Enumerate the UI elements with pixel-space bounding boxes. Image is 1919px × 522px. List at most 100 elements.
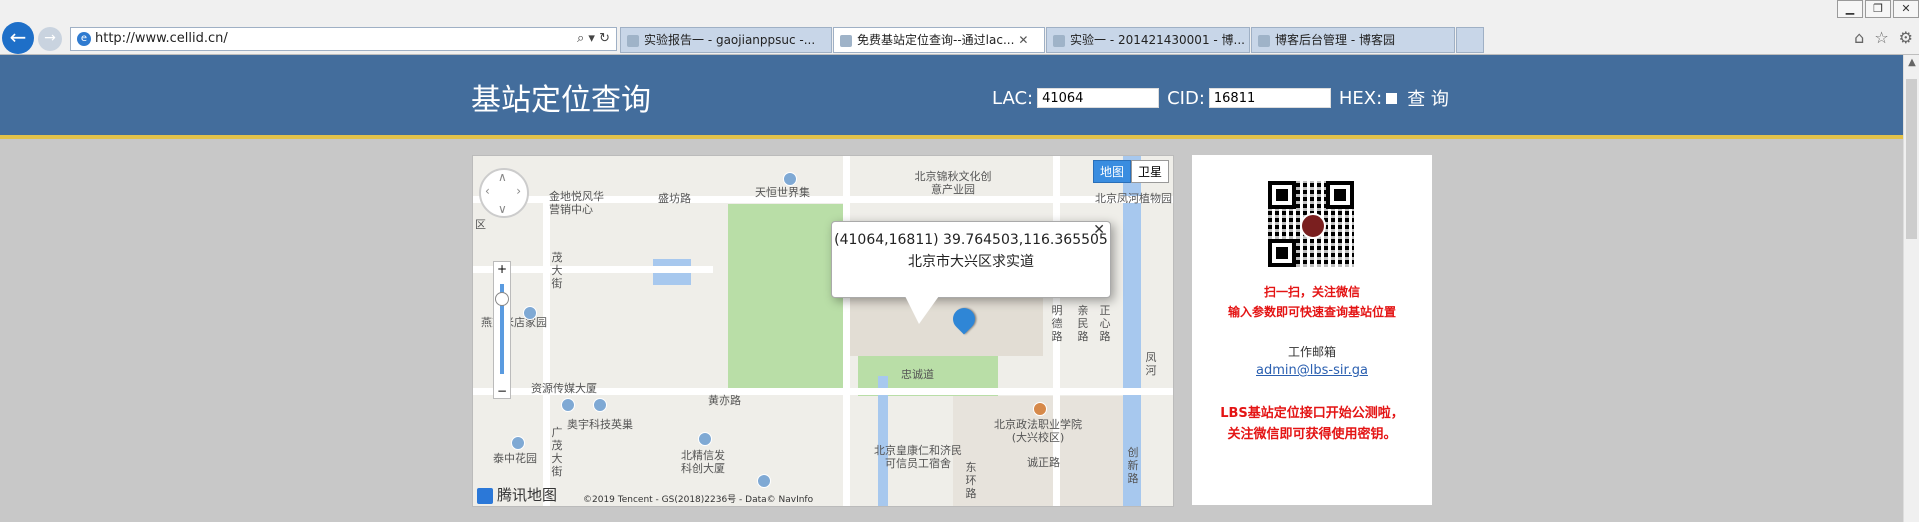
scrollbar-thumb[interactable]: [1906, 79, 1917, 239]
new-tab-button[interactable]: [1456, 27, 1484, 53]
tab-label: 免费基站定位查询--通过lac...: [857, 33, 1015, 47]
map-label: 区: [475, 218, 486, 231]
tab-label: 博客后台管理 - 博客园: [1275, 33, 1395, 47]
poi-icon: [523, 306, 537, 320]
back-button[interactable]: ←: [2, 22, 34, 54]
page-title: 基站定位查询: [471, 83, 651, 118]
refresh-icon[interactable]: ↻: [599, 31, 610, 46]
zoom-in-icon[interactable]: +: [494, 262, 510, 276]
map-label: 奥宇科技英巢: [567, 418, 633, 431]
popup-close-icon[interactable]: ✕: [1093, 222, 1105, 238]
poi-icon: [1033, 402, 1047, 416]
star-icon[interactable]: ☆: [1874, 28, 1888, 47]
tab-blog-admin[interactable]: 博客后台管理 - 博客园: [1251, 27, 1455, 53]
map-logo: 腾讯地图: [477, 484, 557, 505]
chevron-right-icon[interactable]: ›: [516, 184, 521, 198]
poi-icon: [698, 432, 712, 446]
poi-icon: [561, 398, 575, 412]
park-area: [728, 204, 843, 394]
email-label: 工作邮箱: [1287, 345, 1336, 359]
query-form: LAC: CID: HEX: 查 询: [992, 85, 1449, 111]
map-label: 正心路: [1099, 304, 1111, 343]
address-tools[interactable]: ⌕ ▾ ↻: [577, 28, 610, 50]
tab-experiment[interactable]: 实验一 - 201421430001 - 博...: [1046, 27, 1250, 53]
arrow-left-icon: ←: [9, 25, 27, 49]
map-label: 诚正路: [1027, 456, 1060, 469]
map-copyright: ©2019 Tencent - GS(2018)2236号 - Data© Na…: [583, 495, 814, 505]
road: [543, 196, 550, 506]
popup-coordinates: (41064,16811) 39.764503,116.365505: [834, 232, 1108, 248]
browser-toolbar-right: ⌂ ☆ ⚙: [1854, 28, 1913, 47]
lac-label: LAC:: [992, 87, 1034, 109]
scan-text-line1: 扫一扫，关注微信: [1263, 285, 1360, 299]
page-scrollbar[interactable]: ▲: [1903, 55, 1919, 522]
ie-favicon-icon: [840, 34, 852, 47]
scroll-up-icon[interactable]: ▲: [1904, 57, 1919, 68]
map-label: 茂大街: [551, 251, 563, 290]
page-header: 基站定位查询 LAC: CID: HEX: 查 询: [0, 55, 1903, 139]
map-label: 北京皇康仁和济民可信员工宿舍: [874, 444, 962, 470]
map-label: 金地悦风华营销中心: [549, 190, 604, 216]
query-button[interactable]: 查 询: [1407, 85, 1449, 111]
chevron-left-icon[interactable]: ‹: [485, 184, 490, 198]
search-icon[interactable]: ⌕: [577, 31, 584, 46]
close-window-icon[interactable]: ✕: [1893, 0, 1919, 18]
chevron-down-icon[interactable]: ∨: [498, 202, 507, 216]
minimize-icon[interactable]: ▁: [1837, 0, 1863, 18]
address-url[interactable]: http://www.cellid.cn/: [95, 28, 228, 50]
zoom-control[interactable]: + −: [493, 261, 511, 399]
satellite-type-button[interactable]: 卫星: [1130, 160, 1169, 183]
poi-icon: [783, 172, 797, 186]
map-type-button[interactable]: 地图: [1092, 160, 1131, 183]
tencent-map-logo-icon: [477, 487, 493, 504]
zoom-slider-handle[interactable]: [495, 292, 509, 306]
map-logo-text: 腾讯地图: [497, 486, 558, 504]
road: [843, 156, 850, 506]
tab-strip: 实验报告一 - gaojianppsuc -... 免费基站定位查询--通过la…: [620, 27, 1484, 53]
info-popup: (41064,16811) 39.764503,116.365505 北京市大兴…: [831, 221, 1111, 298]
map-label: 泰中花园: [493, 452, 537, 465]
home-icon[interactable]: ⌂: [1854, 28, 1864, 47]
zoom-out-icon[interactable]: −: [494, 384, 510, 398]
qr-finder: [1268, 239, 1296, 267]
forward-button[interactable]: →: [38, 27, 62, 51]
blog-favicon-icon: [627, 34, 639, 47]
hex-checkbox[interactable]: [1386, 92, 1398, 104]
map-type-switcher: 地图 卫星: [1092, 160, 1169, 183]
chevron-up-icon[interactable]: ∧: [498, 170, 507, 184]
restore-icon[interactable]: ❐: [1865, 0, 1891, 18]
map-label: 天恒世界集: [755, 186, 810, 199]
lac-input[interactable]: [1037, 88, 1160, 108]
map-label: 明德路: [1051, 304, 1063, 343]
tab-report[interactable]: 实验报告一 - gaojianppsuc -...: [620, 27, 832, 53]
cid-input[interactable]: [1208, 88, 1331, 108]
tab-close-icon[interactable]: ✕: [1018, 33, 1028, 47]
scan-text-line2: 输入参数即可快速查询基站位置: [1227, 305, 1396, 319]
tab-label: 实验一 - 201421430001 - 博...: [1070, 33, 1245, 47]
arrow-right-icon: →: [44, 30, 56, 46]
pan-control[interactable]: ∧ ‹ › ∨: [479, 168, 529, 218]
map-label: 广茂大街: [551, 426, 563, 478]
gear-icon[interactable]: ⚙: [1899, 28, 1913, 47]
map-label: 黄亦路: [708, 394, 741, 407]
email-link[interactable]: admin@lbs-sir.ga: [1192, 363, 1432, 378]
map-label: 凤河: [1145, 351, 1157, 377]
map-label: 北京政法职业学院(大兴校区): [994, 418, 1082, 444]
poi-icon: [593, 398, 607, 412]
cid-label: CID:: [1167, 87, 1205, 109]
address-bar[interactable]: e http://www.cellid.cn/ ⌕ ▾ ↻: [70, 27, 617, 51]
map-view[interactable]: 北京锦秋文化创意产业园 金地悦风华营销中心 盛坊路 天恒世界集 北京凤河植物园 …: [472, 155, 1174, 507]
map-label: 北京凤河植物园: [1095, 192, 1172, 205]
window-controls: ▁ ❐ ✕: [1835, 0, 1919, 18]
poi-icon: [511, 436, 525, 450]
qr-finder: [1268, 181, 1296, 209]
river: [878, 376, 888, 506]
tab-cellid[interactable]: 免费基站定位查询--通过lac... ✕: [833, 27, 1045, 53]
ie-page-icon: e: [77, 32, 91, 46]
poi-icon: [757, 474, 771, 488]
qr-finder: [1326, 181, 1354, 209]
map-label: 北精信发科创大厦: [681, 449, 725, 475]
map-label: 盛坊路: [658, 192, 691, 205]
map-label: 忠诚道: [901, 368, 934, 381]
notice-line2: 关注微信即可获得使用密钥。: [1227, 427, 1397, 442]
